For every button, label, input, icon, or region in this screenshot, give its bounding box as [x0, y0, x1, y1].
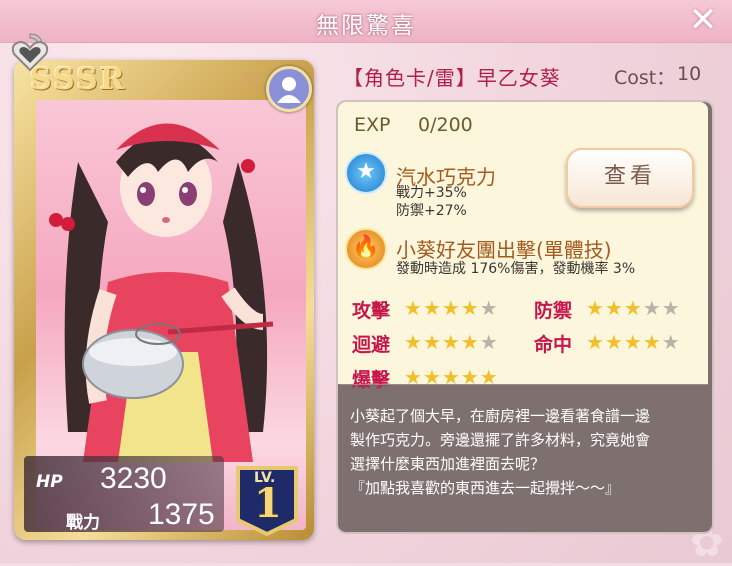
star-icon: ★	[623, 330, 643, 354]
exp-label: EXP	[354, 114, 391, 136]
star-icon: ★	[441, 296, 461, 320]
star-icon: ★	[422, 296, 442, 320]
star-icon: ★	[661, 296, 681, 320]
cost-value: 10	[677, 63, 702, 85]
star-icon: ★	[479, 365, 499, 389]
star-icon: ★	[586, 330, 605, 354]
star-icon: ★	[422, 330, 442, 354]
dialog-title: 無限驚喜	[316, 13, 416, 39]
attr-label-evasion: 迴避	[352, 334, 391, 356]
power-label: 戰力	[66, 513, 100, 533]
divider	[340, 384, 708, 385]
close-icon[interactable]: ✕	[686, 3, 720, 38]
star-icon: ★	[422, 365, 442, 389]
character-illustration	[49, 123, 274, 462]
hp-value: 3230	[100, 462, 167, 495]
star-icon: ★	[441, 365, 461, 389]
star-icon: ★	[604, 330, 624, 354]
story-line: 製作巧克力。旁邊還擺了許多材料，究竟她會	[350, 431, 651, 449]
star-rating: ★★★★★	[404, 330, 499, 354]
star-icon: ★	[642, 330, 662, 354]
star-icon: ★	[404, 330, 423, 354]
attr-label-defense: 防禦	[534, 300, 573, 322]
star-icon: ★	[460, 365, 480, 389]
story-line: 選擇什麼東西加進裡面去呢？	[350, 455, 546, 473]
star-icon: ★	[345, 152, 387, 194]
star-rating: ★★★★★	[404, 365, 499, 389]
heart-icon: ♡	[244, 70, 261, 91]
star-icon: ★	[661, 330, 681, 354]
lock-heart-icon[interactable]	[8, 30, 52, 74]
star-icon: ★	[479, 296, 499, 320]
star-icon: ★	[623, 296, 643, 320]
star-icon: ★	[441, 330, 461, 354]
star-icon: ★	[479, 330, 499, 354]
star-icon: ★	[460, 296, 480, 320]
attr-label-accuracy: 命中	[534, 334, 573, 356]
card-name: 【角色卡/雷】早乙女葵	[343, 66, 561, 90]
star-icon: ★	[460, 330, 480, 354]
star-rating: ★★★★★	[586, 296, 681, 320]
star-icon: ★	[404, 365, 423, 389]
power-value: 1375	[148, 498, 215, 531]
fire-icon: 🔥	[345, 228, 387, 270]
star-rating: ★★★★★	[404, 296, 499, 320]
skill-desc: 發動時造成 176%傷害，發動機率 3%	[396, 261, 636, 277]
star-icon: ★	[586, 296, 605, 320]
attr-label-critical: 爆擊	[352, 369, 391, 391]
story-line: 『加點我喜歡的東西進去一起攪拌～～』	[350, 479, 621, 497]
hp-label: HP	[36, 472, 63, 492]
attr-label-attack: 攻擊	[352, 300, 391, 322]
avatar-icon[interactable]	[266, 66, 312, 112]
view-button[interactable]: 查看	[566, 148, 694, 208]
star-icon: ★	[404, 296, 423, 320]
cost-label: Cost：	[614, 67, 676, 89]
exp-value: 0/200	[418, 114, 473, 136]
skill-name: 小葵好友團出擊(單體技)	[396, 238, 612, 262]
story-line: 小葵起了個大早，在廚房裡一邊看著食譜一邊	[350, 407, 651, 425]
star-icon: ★	[642, 296, 662, 320]
star-rating: ★★★★★	[586, 330, 681, 354]
character-story: 小葵起了個大早，在廚房裡一邊看著食譜一邊 製作巧克力。旁邊還擺了許多材料，究竟她…	[350, 404, 702, 500]
level-value: 1	[254, 480, 282, 527]
star-icon: ★	[604, 296, 624, 320]
skill-desc: 防禦+27%	[396, 203, 467, 219]
skill-desc: 戰力+35%	[396, 185, 467, 201]
